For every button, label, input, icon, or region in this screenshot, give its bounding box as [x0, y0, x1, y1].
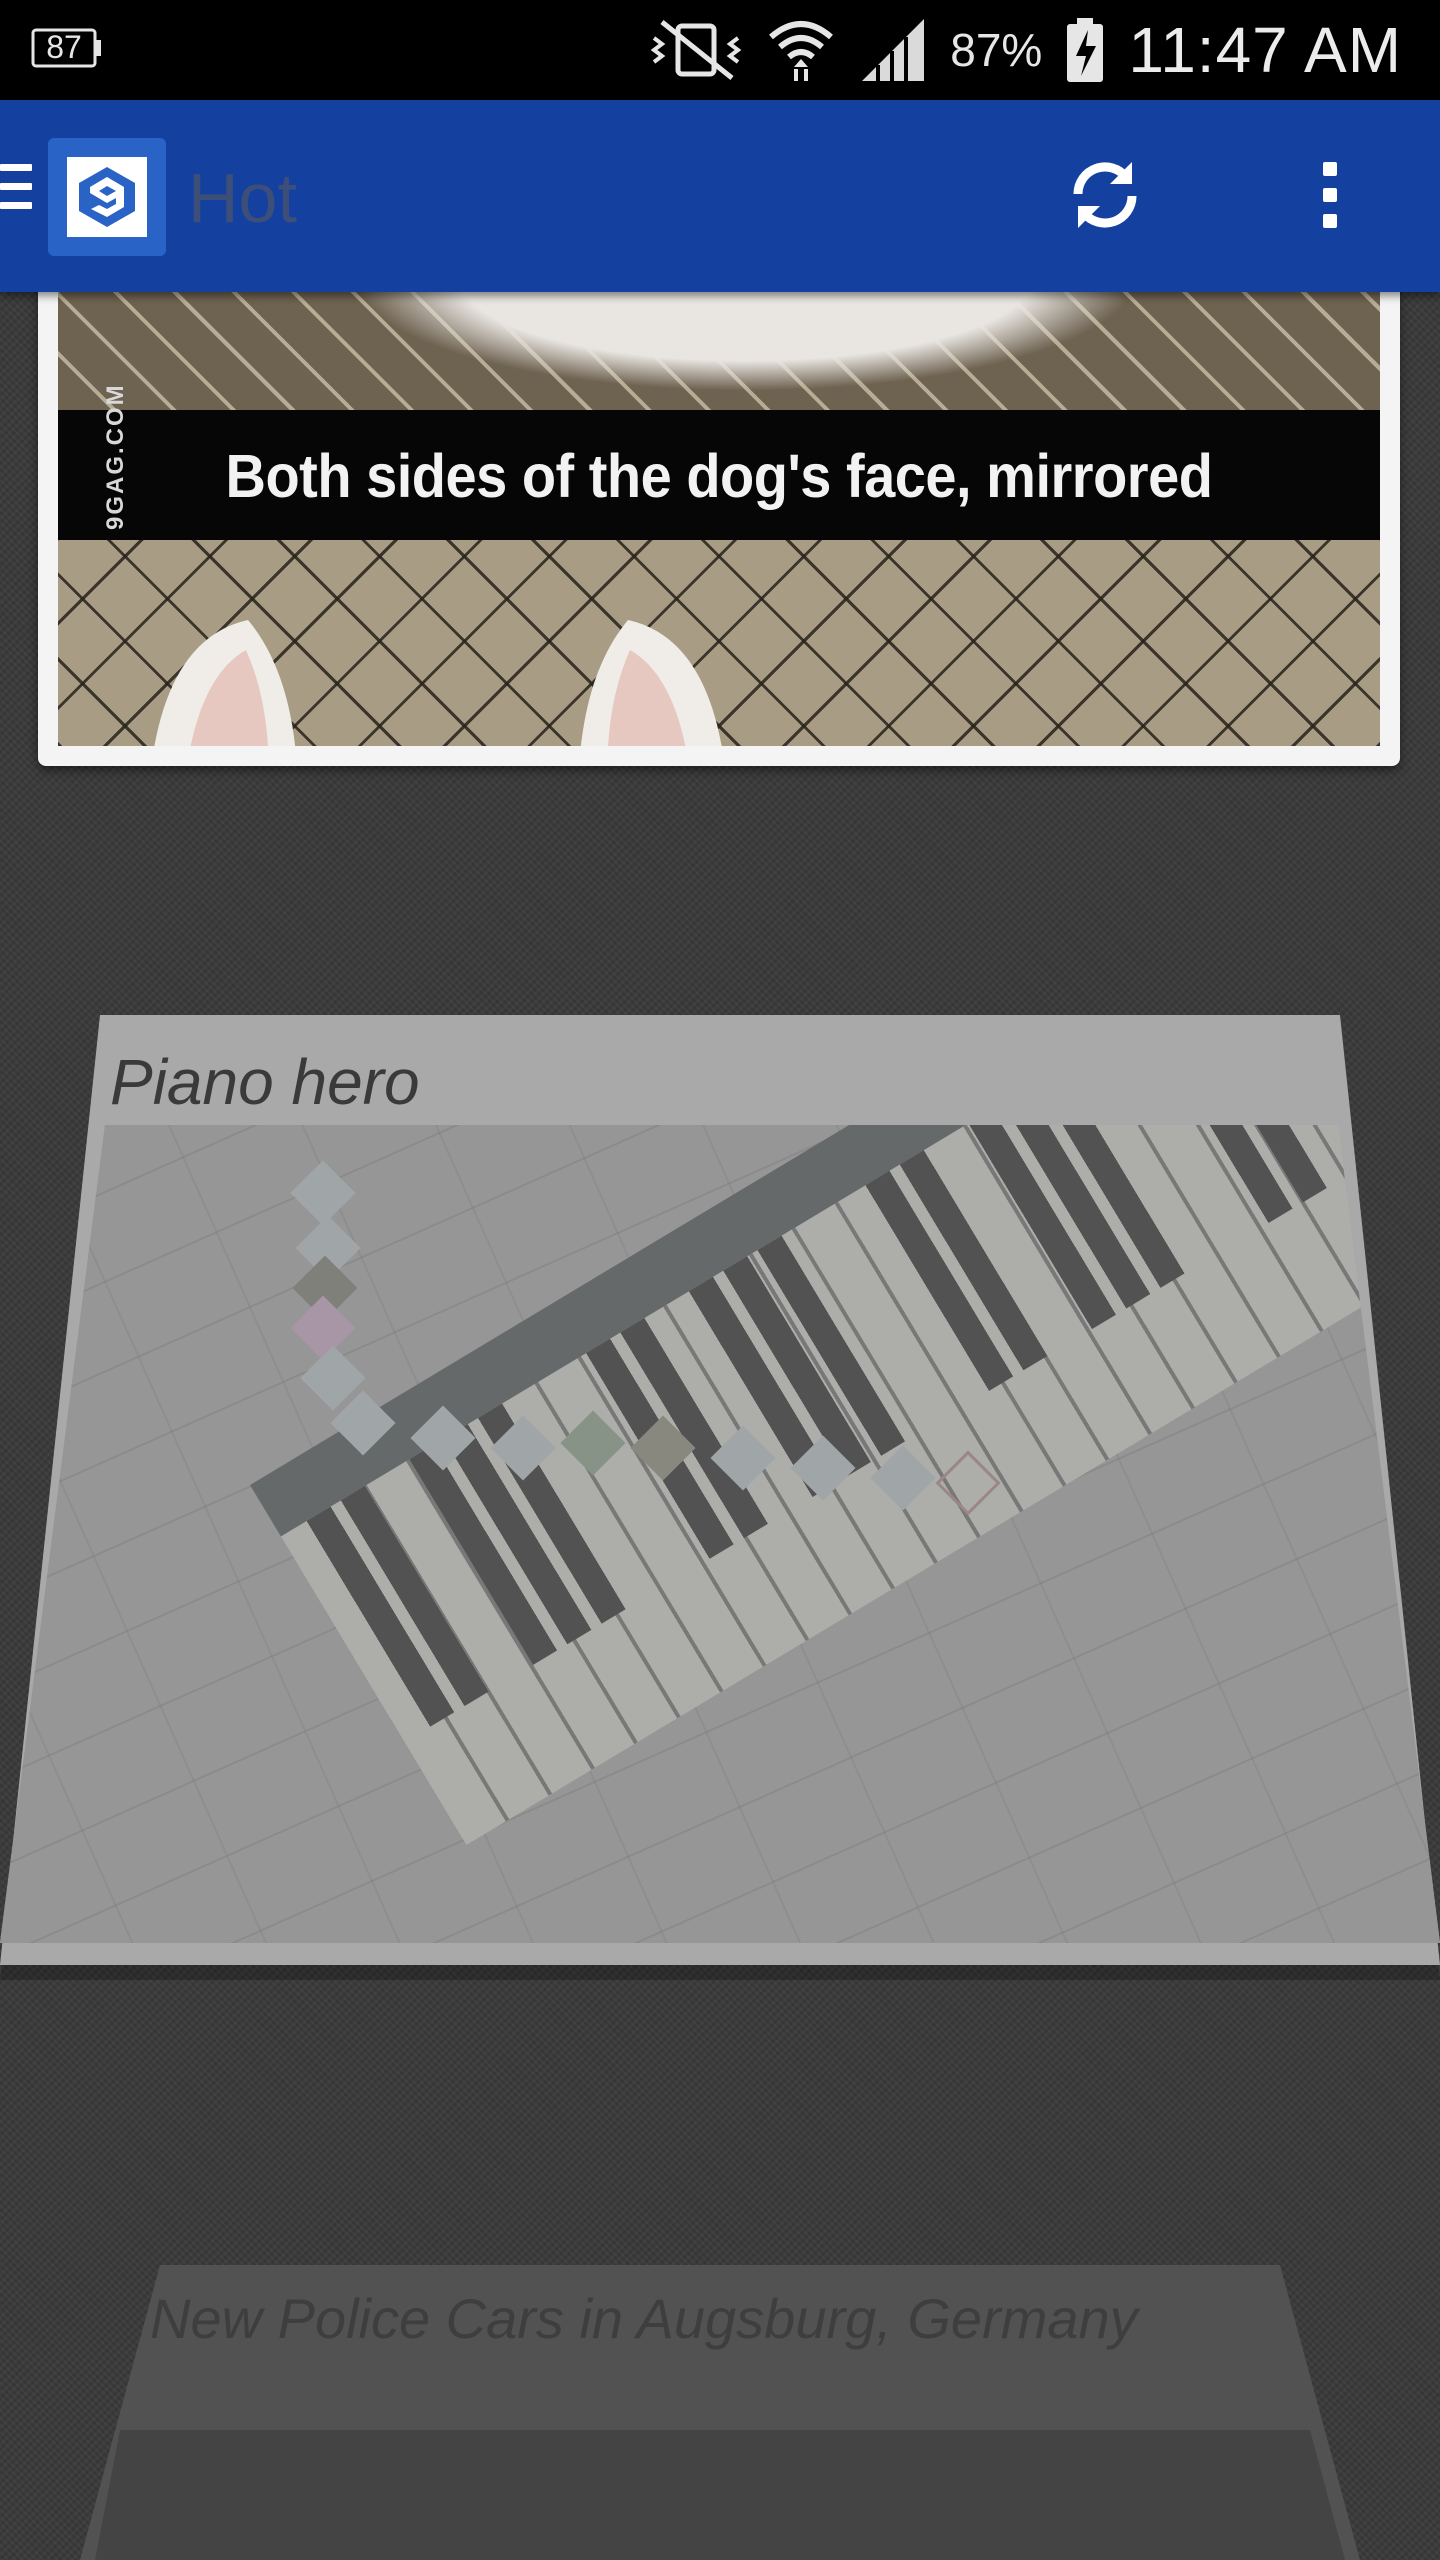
dog-photo-top — [58, 290, 1380, 410]
battery-notification-icon: 87 — [30, 22, 104, 72]
clock: 11:47 AM — [1128, 14, 1402, 86]
watermark: 9GAG.COM — [102, 383, 129, 530]
wifi-icon — [769, 21, 834, 81]
refresh-icon[interactable] — [1060, 150, 1150, 240]
post-title[interactable]: New Police Cars in Augsburg, Germany — [150, 2285, 1150, 2353]
page-title: Hot — [188, 159, 297, 237]
battery-percent: 87% — [950, 24, 1043, 76]
caption-bar: Both sides of the dog's face, mirrored — [58, 410, 1380, 540]
post-image[interactable]: Both sides of the dog's face, mirrored 9… — [58, 290, 1380, 746]
post-image[interactable] — [0, 1125, 1440, 1943]
image-dim-overlay — [0, 1125, 1440, 1943]
dog-ear-left — [154, 620, 296, 746]
app-bar: Hot — [0, 100, 1440, 292]
more-options-icon[interactable] — [1300, 150, 1360, 240]
post-card[interactable]: Both sides of the dog's face, mirrored 9… — [38, 250, 1400, 766]
app-logo-icon[interactable] — [48, 138, 166, 256]
mute-vibrate-icon — [650, 20, 742, 80]
menu-icon[interactable] — [0, 164, 34, 224]
notification-badge-text: 87 — [46, 29, 82, 65]
image-caption: Both sides of the dog's face, mirrored — [225, 440, 1213, 510]
signal-icon — [862, 19, 925, 81]
dog-ear-right — [580, 620, 722, 746]
status-bar: 87 87% 11:47 AM — [0, 0, 1440, 100]
post-title[interactable]: Piano hero — [110, 1045, 420, 1119]
battery-charging-icon — [1067, 18, 1104, 82]
post-image[interactable] — [95, 2430, 1345, 2560]
